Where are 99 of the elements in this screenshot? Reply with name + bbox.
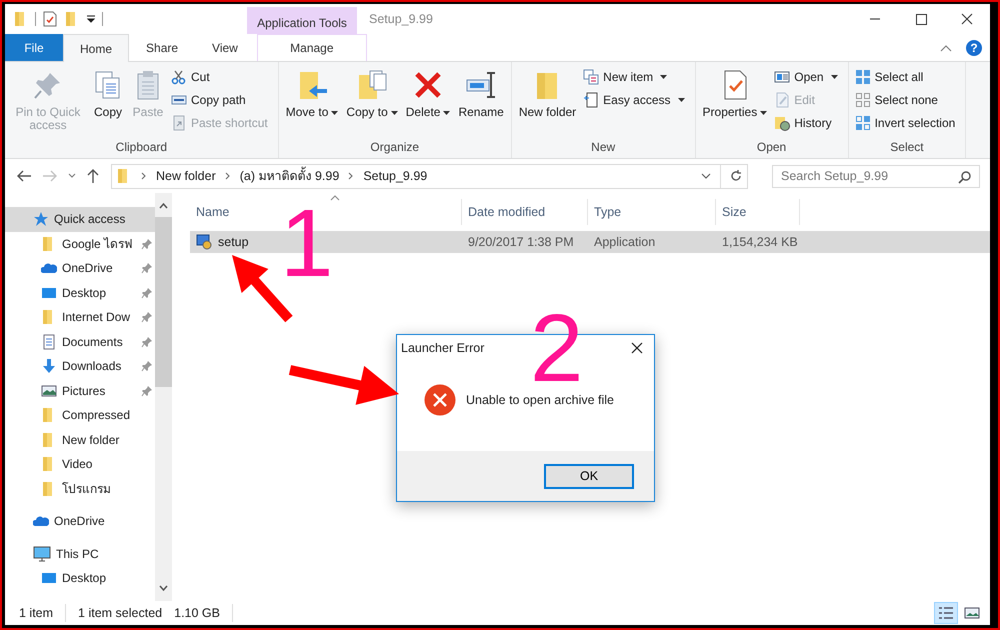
breadcrumb[interactable]: Setup_9.99 <box>363 169 428 183</box>
column-header[interactable]: Type <box>588 199 716 225</box>
computer-icon <box>33 546 51 562</box>
dialog-title: Launcher Error <box>401 341 484 355</box>
file-name: setup <box>218 235 249 249</box>
new-item-icon <box>583 69 600 85</box>
nav-item[interactable]: Compressed <box>5 403 155 428</box>
nav-item[interactable]: โปรแกรม <box>5 476 155 501</box>
ribbon-button[interactable]: Move to <box>282 65 342 140</box>
nav-item[interactable]: Downloads <box>5 354 155 378</box>
search-field[interactable]: Search Setup_9.99 <box>772 164 980 188</box>
selection-size: 1.10 GB <box>174 606 220 620</box>
type-cell-text: Application <box>593 235 656 249</box>
rename-icon <box>465 69 498 101</box>
details-icon <box>938 606 954 620</box>
page-icon <box>583 92 600 108</box>
refresh-icon[interactable] <box>729 169 743 183</box>
nav-item[interactable]: Internet Dow <box>5 305 155 330</box>
document-icon <box>41 334 57 350</box>
nav-item[interactable]: Desktop <box>5 280 155 305</box>
close-button[interactable] <box>630 341 644 355</box>
chevron-icon <box>140 171 148 181</box>
nav-item[interactable]: Google ไดรฟ <box>5 232 155 256</box>
edit-icon <box>774 92 790 108</box>
window-icon <box>774 69 790 85</box>
up-icon[interactable] <box>85 168 101 184</box>
nav-item[interactable]: This PC <box>5 542 155 566</box>
ribbon-button[interactable]: Copy path <box>171 92 268 108</box>
dropdown-icon[interactable] <box>700 171 712 181</box>
breadcrumb[interactable]: New folder <box>156 169 216 183</box>
scrollbar[interactable] <box>155 193 172 601</box>
ribbon-tab[interactable]: View <box>195 34 255 61</box>
ribbon-button[interactable]: New item <box>583 69 685 85</box>
recent-dropdown-icon[interactable] <box>67 172 77 180</box>
installer-icon <box>196 234 212 250</box>
pictures-icon <box>41 382 57 399</box>
column-header[interactable]: Date modified <box>462 199 588 225</box>
item-count: 1 item <box>19 606 54 620</box>
chevron-icon <box>347 171 356 181</box>
download-icon <box>41 358 57 374</box>
invert-selection-icon <box>854 115 871 131</box>
sort-ascending-icon <box>330 195 340 201</box>
ribbon-button[interactable]: New folder <box>516 65 580 140</box>
group-label: Clipboard <box>114 140 168 156</box>
star-icon <box>33 211 49 228</box>
ribbon-tab[interactable]: Manage <box>256 34 367 61</box>
ribbon-button[interactable]: Easy access <box>583 92 685 108</box>
ribbon-button[interactable]: Rename <box>455 65 507 140</box>
selection-info: 1 item selected <box>78 606 162 620</box>
help-button[interactable]: ? <box>966 40 982 56</box>
nav-item[interactable]: Video <box>5 452 155 476</box>
shortcut-icon <box>171 115 187 131</box>
error-icon <box>424 384 456 416</box>
folder-pages-icon <box>356 69 388 101</box>
address-bar[interactable]: New folder (a) มหาติดตั้ง 9.99 Setup_9.99 <box>111 164 748 188</box>
column-header[interactable]: Size <box>716 199 800 225</box>
group-label: Organize <box>369 140 420 156</box>
nav-item[interactable]: OneDrive <box>5 509 155 534</box>
nav-item[interactable]: Pictures <box>5 378 155 403</box>
collapse-ribbon-icon[interactable] <box>940 44 952 52</box>
details-view-button[interactable] <box>934 602 958 624</box>
ribbon-button[interactable]: Delete <box>402 65 454 140</box>
breadcrumb[interactable]: (a) มหาติดตั้ง 9.99 <box>240 166 340 186</box>
size-cell-text: 1,154,234 KB <box>721 235 799 249</box>
customize-menu-icon[interactable] <box>86 14 96 24</box>
nav-item[interactable]: OneDrive <box>5 256 155 280</box>
ribbon-button[interactable]: Copy <box>89 65 127 140</box>
ribbon-button[interactable]: Open <box>774 69 838 85</box>
picture-icon <box>964 606 980 620</box>
nav-item[interactable]: Desktop <box>5 566 155 590</box>
contextual-tab-header: Application Tools <box>247 7 357 34</box>
select-none-icon <box>854 92 871 108</box>
scissors-icon <box>171 69 187 85</box>
date-cell-text: 9/20/2017 1:38 PM <box>467 235 575 249</box>
ribbon-button[interactable]: Cut <box>171 69 268 85</box>
nav-item[interactable]: New folder <box>5 428 155 452</box>
ribbon-button[interactable]: Select all <box>854 69 956 85</box>
nav-item[interactable]: Quick access <box>5 207 155 232</box>
chevron-icon <box>224 171 232 181</box>
nav-item[interactable]: Documents <box>5 330 155 354</box>
error-message: Unable to open archive file <box>466 393 614 407</box>
group-label: Open <box>756 140 788 156</box>
ribbon-tab[interactable]: Home <box>63 34 130 62</box>
search-icon <box>958 170 972 184</box>
ribbon-button[interactable]: Copy to <box>343 65 401 140</box>
select-all-icon <box>854 69 871 85</box>
ribbon-button[interactable]: Invert selection <box>854 115 956 131</box>
ribbon-button[interactable]: History <box>774 115 838 131</box>
ribbon-button[interactable]: Properties <box>700 65 770 140</box>
back-icon[interactable] <box>15 168 33 184</box>
ribbon-tab[interactable]: Share <box>129 34 196 61</box>
ok-button[interactable]: OK <box>544 464 634 488</box>
window-title: Setup_9.99 <box>368 11 433 28</box>
ribbon-tab[interactable]: File <box>5 34 63 61</box>
group-label: New <box>590 140 616 156</box>
history-icon <box>774 115 790 131</box>
ribbon-button[interactable]: Select none <box>854 92 956 108</box>
checked-page-icon[interactable] <box>42 11 58 27</box>
group-label: Select <box>889 140 925 156</box>
